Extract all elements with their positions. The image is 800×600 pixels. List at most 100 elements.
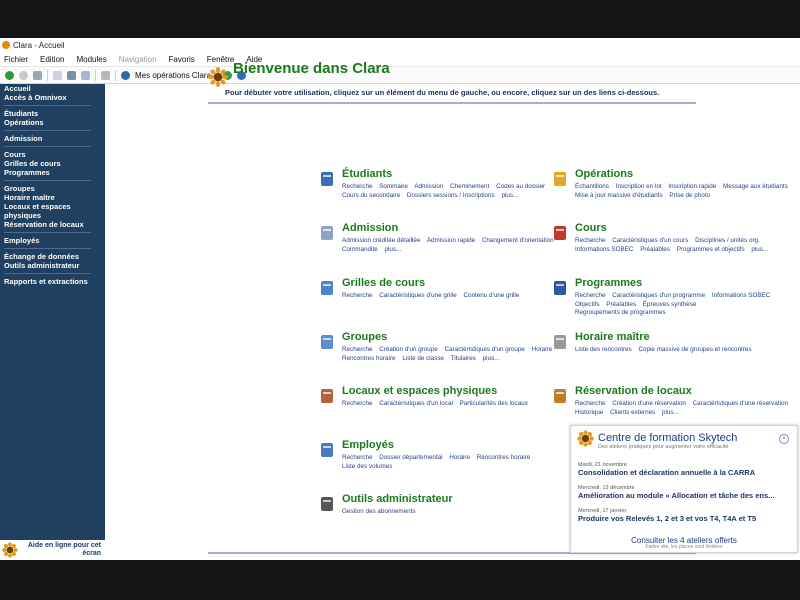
section-link[interactable]: Recherche [575, 292, 605, 299]
sidebar-item[interactable]: Employés [0, 236, 105, 245]
section-link[interactable]: Particularités des locaux [460, 400, 528, 407]
section-link[interactable]: Rencontres horaire [477, 454, 531, 461]
section-link[interactable]: Admission rapide [427, 237, 475, 244]
section-link[interactable]: Inscription rapide [668, 183, 716, 190]
event-title[interactable]: Produire vos Relevés 1, 2 et 3 et vos T4… [578, 514, 792, 523]
section-link[interactable]: plus... [384, 246, 401, 253]
sidebar-item[interactable]: Étudiants [0, 109, 105, 118]
new-document-icon[interactable] [53, 70, 62, 80]
section-link[interactable]: Caractéristiques d'un local [379, 400, 453, 407]
section-link[interactable]: Épreuves synthèse [643, 301, 697, 308]
sidebar-item[interactable]: Réservation de locaux [0, 220, 105, 229]
section-title[interactable]: Admission [342, 222, 398, 234]
section-link[interactable]: Caractéristiques d'un programme [612, 292, 705, 299]
section-link[interactable]: Copie massive de groupes et rencontres [638, 346, 751, 353]
close-icon[interactable]: × [779, 434, 789, 444]
section-link[interactable]: Recherche [575, 400, 605, 407]
section-link[interactable]: Programmes et objectifs [677, 246, 745, 253]
popup-event[interactable]: Mercredi, 17 janvier Produire vos Relevé… [578, 508, 792, 523]
section-title[interactable]: Horaire maître [575, 331, 650, 343]
section-link[interactable]: Regroupements de programmes [575, 309, 666, 316]
sidebar-item[interactable]: Locaux et espaces physiques [0, 202, 105, 220]
section-link[interactable]: Clients externes [610, 409, 655, 416]
section-title[interactable]: Opérations [575, 168, 633, 180]
section-link[interactable]: Cours du secondaire [342, 192, 400, 199]
section-link[interactable]: Caractéristiques d'une grille [379, 292, 457, 299]
section-link[interactable]: Cheminement [450, 183, 489, 190]
section-link[interactable]: Changement d'orientation [482, 237, 554, 244]
event-title[interactable]: Consolidation et déclaration annuelle à … [578, 468, 792, 477]
sidebar-item[interactable]: Cours [0, 150, 105, 159]
section-link[interactable]: Objectifs [575, 301, 600, 308]
sidebar-item[interactable]: Opérations [0, 118, 105, 127]
section-link[interactable]: Admission créditée détaillée [342, 237, 420, 244]
section-title[interactable]: Locaux et espaces physiques [342, 385, 497, 397]
section-link[interactable]: Création d'une réservation [612, 400, 686, 407]
section-link[interactable]: Préalables [640, 246, 670, 253]
menu-modules[interactable]: Modules [76, 55, 106, 64]
back-icon[interactable] [5, 70, 14, 80]
section-link[interactable]: Caractéristiques d'une réservation [693, 400, 788, 407]
section-link[interactable]: Horaire [532, 346, 553, 353]
online-help-button[interactable]: Aide en ligne pour cet écran [0, 540, 105, 560]
section-link[interactable]: Disciplines / unités org. [695, 237, 760, 244]
section-link[interactable]: Gestion des abonnements [342, 508, 416, 515]
sidebar-item[interactable]: Accès à Omnivox [0, 93, 105, 102]
menu-fenetre[interactable]: Fenêtre [207, 55, 235, 64]
popup-event[interactable]: Mardi, 21 novembre Consolidation et décl… [578, 462, 792, 477]
section-link[interactable]: Rencontres horaire [342, 355, 396, 362]
section-link[interactable]: Prise de photo [669, 192, 710, 199]
sidebar-item[interactable]: Horaire maître [0, 193, 105, 202]
section-link[interactable]: Titulaires [451, 355, 476, 362]
sidebar-item[interactable]: Outils administrateur [0, 261, 105, 270]
event-title[interactable]: Amélioration au module « Allocation et t… [578, 491, 792, 500]
sidebar-item[interactable]: Accueil [0, 84, 105, 93]
section-link[interactable]: Dossier départemental [379, 454, 442, 461]
menu-favoris[interactable]: Favoris [169, 55, 195, 64]
forward-icon[interactable] [19, 70, 28, 80]
section-title[interactable]: Cours [575, 222, 607, 234]
section-link[interactable]: Admission [414, 183, 443, 190]
section-title[interactable]: Employés [342, 439, 394, 451]
popup-event[interactable]: Mercredi, 13 décembre Amélioration au mo… [578, 485, 792, 500]
section-link[interactable]: Caractéristiques d'un cours [612, 237, 688, 244]
section-link[interactable]: Commandite [342, 246, 378, 253]
menu-edition[interactable]: Edition [40, 55, 64, 64]
sidebar-item[interactable]: Programmes [0, 168, 105, 177]
section-link[interactable]: Recherche [342, 292, 372, 299]
section-link[interactable]: Horaire [449, 454, 470, 461]
section-link[interactable]: Recherche [342, 346, 372, 353]
section-link[interactable]: Recherche [342, 454, 372, 461]
section-link[interactable]: Inscription en lot [616, 183, 662, 190]
section-title[interactable]: Étudiants [342, 168, 392, 180]
section-link[interactable]: Contenu d'une grille [463, 292, 519, 299]
sidebar-item[interactable]: Échange de données [0, 252, 105, 261]
section-link[interactable]: Création d'un groupe [379, 346, 438, 353]
section-link[interactable]: Mise à jour massive d'étudiants [575, 192, 663, 199]
section-link[interactable]: plus... [501, 192, 518, 199]
operations-icon[interactable] [121, 70, 130, 80]
section-link[interactable]: Préalables [606, 301, 636, 308]
section-link[interactable]: Recherche [575, 237, 605, 244]
sidebar-item[interactable]: Admission [0, 134, 105, 143]
section-link[interactable]: Liste de classe [402, 355, 444, 362]
sidebar-item[interactable]: Grilles de cours [0, 159, 105, 168]
section-link[interactable]: Dossiers sessions / Inscriptions [407, 192, 495, 199]
sidebar-item[interactable]: Rapports et extractions [0, 277, 105, 286]
section-link[interactable]: plus... [483, 355, 500, 362]
section-link[interactable]: plus... [662, 409, 679, 416]
section-link[interactable]: plus... [751, 246, 768, 253]
section-link[interactable]: Informations SOBEC [712, 292, 770, 299]
print-icon[interactable] [81, 70, 90, 80]
my-operations-button[interactable]: Mes opérations Clara [135, 71, 211, 80]
section-link[interactable]: Sommaire [379, 183, 408, 190]
section-link[interactable]: Caractéristiques d'un groupe [445, 346, 525, 353]
section-title[interactable]: Outils administrateur [342, 493, 453, 505]
menu-fichier[interactable]: Fichier [4, 55, 28, 64]
lock-icon[interactable] [101, 70, 110, 80]
section-link[interactable]: Liste des rencontres [575, 346, 632, 353]
section-link[interactable]: Historique [575, 409, 603, 416]
home-icon[interactable] [33, 70, 42, 80]
section-link[interactable]: Échantillons [575, 183, 609, 190]
sidebar-item[interactable]: Groupes [0, 184, 105, 193]
